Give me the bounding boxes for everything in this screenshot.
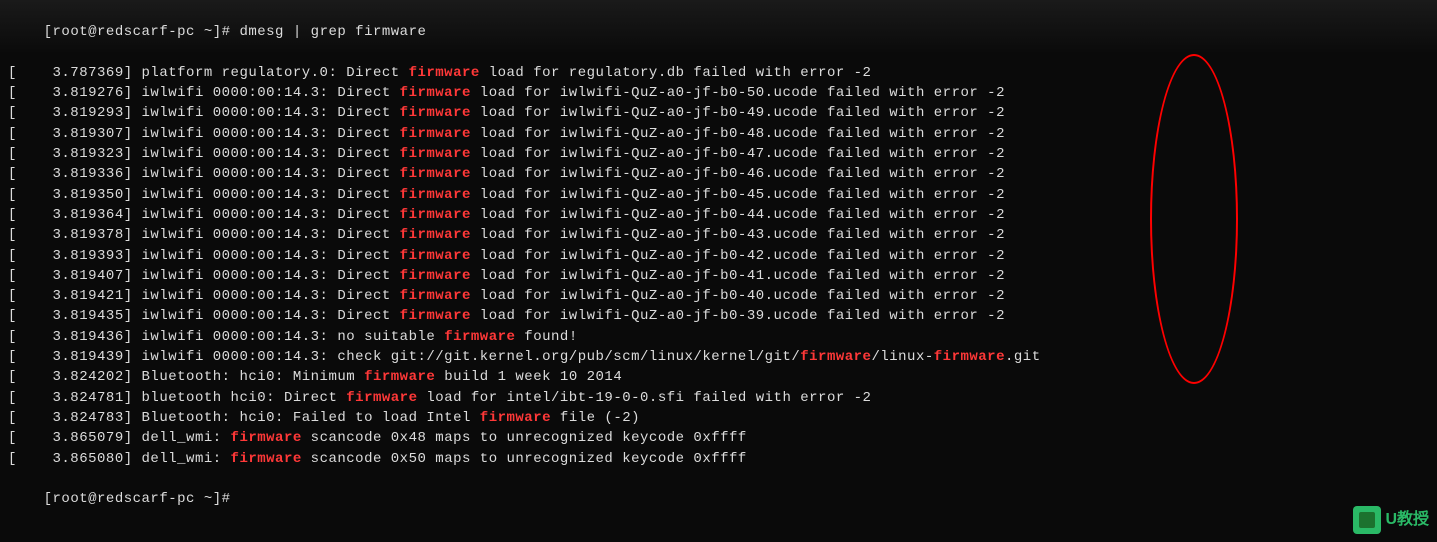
- grep-match: firmware: [400, 288, 471, 304]
- log-text-pre: iwlwifi 0000:00:14.3: Direct: [142, 105, 400, 121]
- log-text-post: load for iwlwifi-QuZ-a0-jf-b0-40.ucode f…: [471, 288, 1005, 304]
- log-line: [ 3.819393] iwlwifi 0000:00:14.3: Direct…: [8, 246, 1429, 266]
- log-text-post: file (-2): [551, 410, 640, 426]
- grep-match: firmware: [231, 430, 302, 446]
- log-text-pre: iwlwifi 0000:00:14.3: Direct: [142, 248, 400, 264]
- log-line: [ 3.819276] iwlwifi 0000:00:14.3: Direct…: [8, 83, 1429, 103]
- log-line: [ 3.819421] iwlwifi 0000:00:14.3: Direct…: [8, 286, 1429, 306]
- log-text-pre: iwlwifi 0000:00:14.3: Direct: [142, 126, 400, 142]
- log-line: [ 3.819378] iwlwifi 0000:00:14.3: Direct…: [8, 225, 1429, 245]
- log-text-post: load for iwlwifi-QuZ-a0-jf-b0-44.ucode f…: [471, 207, 1005, 223]
- log-line: [ 3.824783] Bluetooth: hci0: Failed to l…: [8, 408, 1429, 428]
- prompt-line: [root@redscarf-pc ~]# dmesg | grep firmw…: [8, 2, 1429, 63]
- log-text-post: load for iwlwifi-QuZ-a0-jf-b0-50.ucode f…: [471, 85, 1005, 101]
- log-line: [ 3.865079] dell_wmi: firmware scancode …: [8, 428, 1429, 448]
- log-line: [ 3.819435] iwlwifi 0000:00:14.3: Direct…: [8, 306, 1429, 326]
- grep-match: firmware: [231, 451, 302, 467]
- log-text-pre: iwlwifi 0000:00:14.3: check git://git.ke…: [142, 349, 801, 365]
- log-text-post: load for iwlwifi-QuZ-a0-jf-b0-45.ucode f…: [471, 187, 1005, 203]
- log-text-post: load for iwlwifi-QuZ-a0-jf-b0-39.ucode f…: [471, 308, 1005, 324]
- grep-match: firmware: [400, 126, 471, 142]
- log-text-post: found!: [515, 329, 577, 345]
- log-text-post2: .git: [1005, 349, 1041, 365]
- log-line: [ 3.819323] iwlwifi 0000:00:14.3: Direct…: [8, 144, 1429, 164]
- log-text-pre: iwlwifi 0000:00:14.3: Direct: [142, 146, 400, 162]
- log-text-post: scancode 0x50 maps to unrecognized keyco…: [302, 451, 747, 467]
- prompt-line-end[interactable]: [root@redscarf-pc ~]#: [8, 469, 1429, 530]
- watermark: U教授: [1353, 506, 1429, 534]
- grep-match: firmware: [400, 166, 471, 182]
- log-text-post: load for iwlwifi-QuZ-a0-jf-b0-47.ucode f…: [471, 146, 1005, 162]
- log-text-pre: Bluetooth: hci0: Minimum: [142, 369, 365, 385]
- grep-match: firmware: [480, 410, 551, 426]
- log-text-post: load for iwlwifi-QuZ-a0-jf-b0-41.ucode f…: [471, 268, 1005, 284]
- log-text-pre: dell_wmi:: [142, 430, 231, 446]
- log-text-pre: iwlwifi 0000:00:14.3: Direct: [142, 308, 400, 324]
- log-text-post: load for iwlwifi-QuZ-a0-jf-b0-43.ucode f…: [471, 227, 1005, 243]
- log-line: [ 3.819293] iwlwifi 0000:00:14.3: Direct…: [8, 103, 1429, 123]
- grep-match: firmware: [400, 146, 471, 162]
- log-line: [ 3.787369] platform regulatory.0: Direc…: [8, 63, 1429, 83]
- log-line: [ 3.819364] iwlwifi 0000:00:14.3: Direct…: [8, 205, 1429, 225]
- log-line: [ 3.819436] iwlwifi 0000:00:14.3: no sui…: [8, 327, 1429, 347]
- log-text-post: load for regulatory.db failed with error…: [480, 65, 872, 81]
- log-text-pre: iwlwifi 0000:00:14.3: Direct: [142, 187, 400, 203]
- watermark-text: U教授: [1385, 508, 1429, 531]
- log-text-pre: bluetooth hci0: Direct: [142, 390, 347, 406]
- log-text-pre: iwlwifi 0000:00:14.3: Direct: [142, 227, 400, 243]
- log-line: [ 3.865080] dell_wmi: firmware scancode …: [8, 449, 1429, 469]
- log-line: [ 3.819350] iwlwifi 0000:00:14.3: Direct…: [8, 185, 1429, 205]
- log-text-post: load for intel/ibt-19-0-0.sfi failed wit…: [417, 390, 871, 406]
- prompt-user-host: [root@redscarf-pc ~]#: [44, 24, 231, 40]
- grep-match: firmware: [934, 349, 1005, 365]
- log-text-post: scancode 0x48 maps to unrecognized keyco…: [302, 430, 747, 446]
- grep-match: firmware: [364, 369, 435, 385]
- log-text-pre: dell_wmi:: [142, 451, 231, 467]
- grep-match: firmware: [400, 308, 471, 324]
- log-text-pre: iwlwifi 0000:00:14.3: Direct: [142, 85, 400, 101]
- log-line: [ 3.824781] bluetooth hci0: Direct firmw…: [8, 388, 1429, 408]
- grep-match: firmware: [409, 65, 480, 81]
- grep-match: firmware: [400, 85, 471, 101]
- grep-match: firmware: [400, 207, 471, 223]
- log-text-post: load for iwlwifi-QuZ-a0-jf-b0-48.ucode f…: [471, 126, 1005, 142]
- log-text-pre: iwlwifi 0000:00:14.3: no suitable: [142, 329, 445, 345]
- log-text-post: build 1 week 10 2014: [435, 369, 622, 385]
- log-text-post: load for iwlwifi-QuZ-a0-jf-b0-42.ucode f…: [471, 248, 1005, 264]
- grep-match: firmware: [400, 227, 471, 243]
- grep-match: firmware: [444, 329, 515, 345]
- grep-match: firmware: [400, 248, 471, 264]
- grep-match: firmware: [346, 390, 417, 406]
- watermark-icon: [1353, 506, 1381, 534]
- grep-match: firmware: [400, 268, 471, 284]
- log-text-pre: Bluetooth: hci0: Failed to load Intel: [142, 410, 480, 426]
- log-line: [ 3.819439] iwlwifi 0000:00:14.3: check …: [8, 347, 1429, 367]
- log-line: [ 3.819336] iwlwifi 0000:00:14.3: Direct…: [8, 164, 1429, 184]
- log-line: [ 3.819307] iwlwifi 0000:00:14.3: Direct…: [8, 124, 1429, 144]
- log-text-pre: iwlwifi 0000:00:14.3: Direct: [142, 268, 400, 284]
- log-text-pre: iwlwifi 0000:00:14.3: Direct: [142, 166, 400, 182]
- prompt-command: dmesg | grep firmware: [239, 24, 426, 40]
- log-text-post: load for iwlwifi-QuZ-a0-jf-b0-46.ucode f…: [471, 166, 1005, 182]
- terminal-output[interactable]: [root@redscarf-pc ~]# dmesg | grep firmw…: [0, 0, 1437, 542]
- log-text-pre: iwlwifi 0000:00:14.3: Direct: [142, 288, 400, 304]
- log-line: [ 3.824202] Bluetooth: hci0: Minimum fir…: [8, 367, 1429, 387]
- prompt-user-host-end: [root@redscarf-pc ~]#: [44, 491, 231, 507]
- grep-match: firmware: [400, 105, 471, 121]
- grep-match: firmware: [400, 187, 471, 203]
- grep-match: firmware: [800, 349, 871, 365]
- log-text-pre: platform regulatory.0: Direct: [142, 65, 409, 81]
- log-text-post: /linux-: [871, 349, 933, 365]
- log-line: [ 3.819407] iwlwifi 0000:00:14.3: Direct…: [8, 266, 1429, 286]
- log-text-post: load for iwlwifi-QuZ-a0-jf-b0-49.ucode f…: [471, 105, 1005, 121]
- log-text-pre: iwlwifi 0000:00:14.3: Direct: [142, 207, 400, 223]
